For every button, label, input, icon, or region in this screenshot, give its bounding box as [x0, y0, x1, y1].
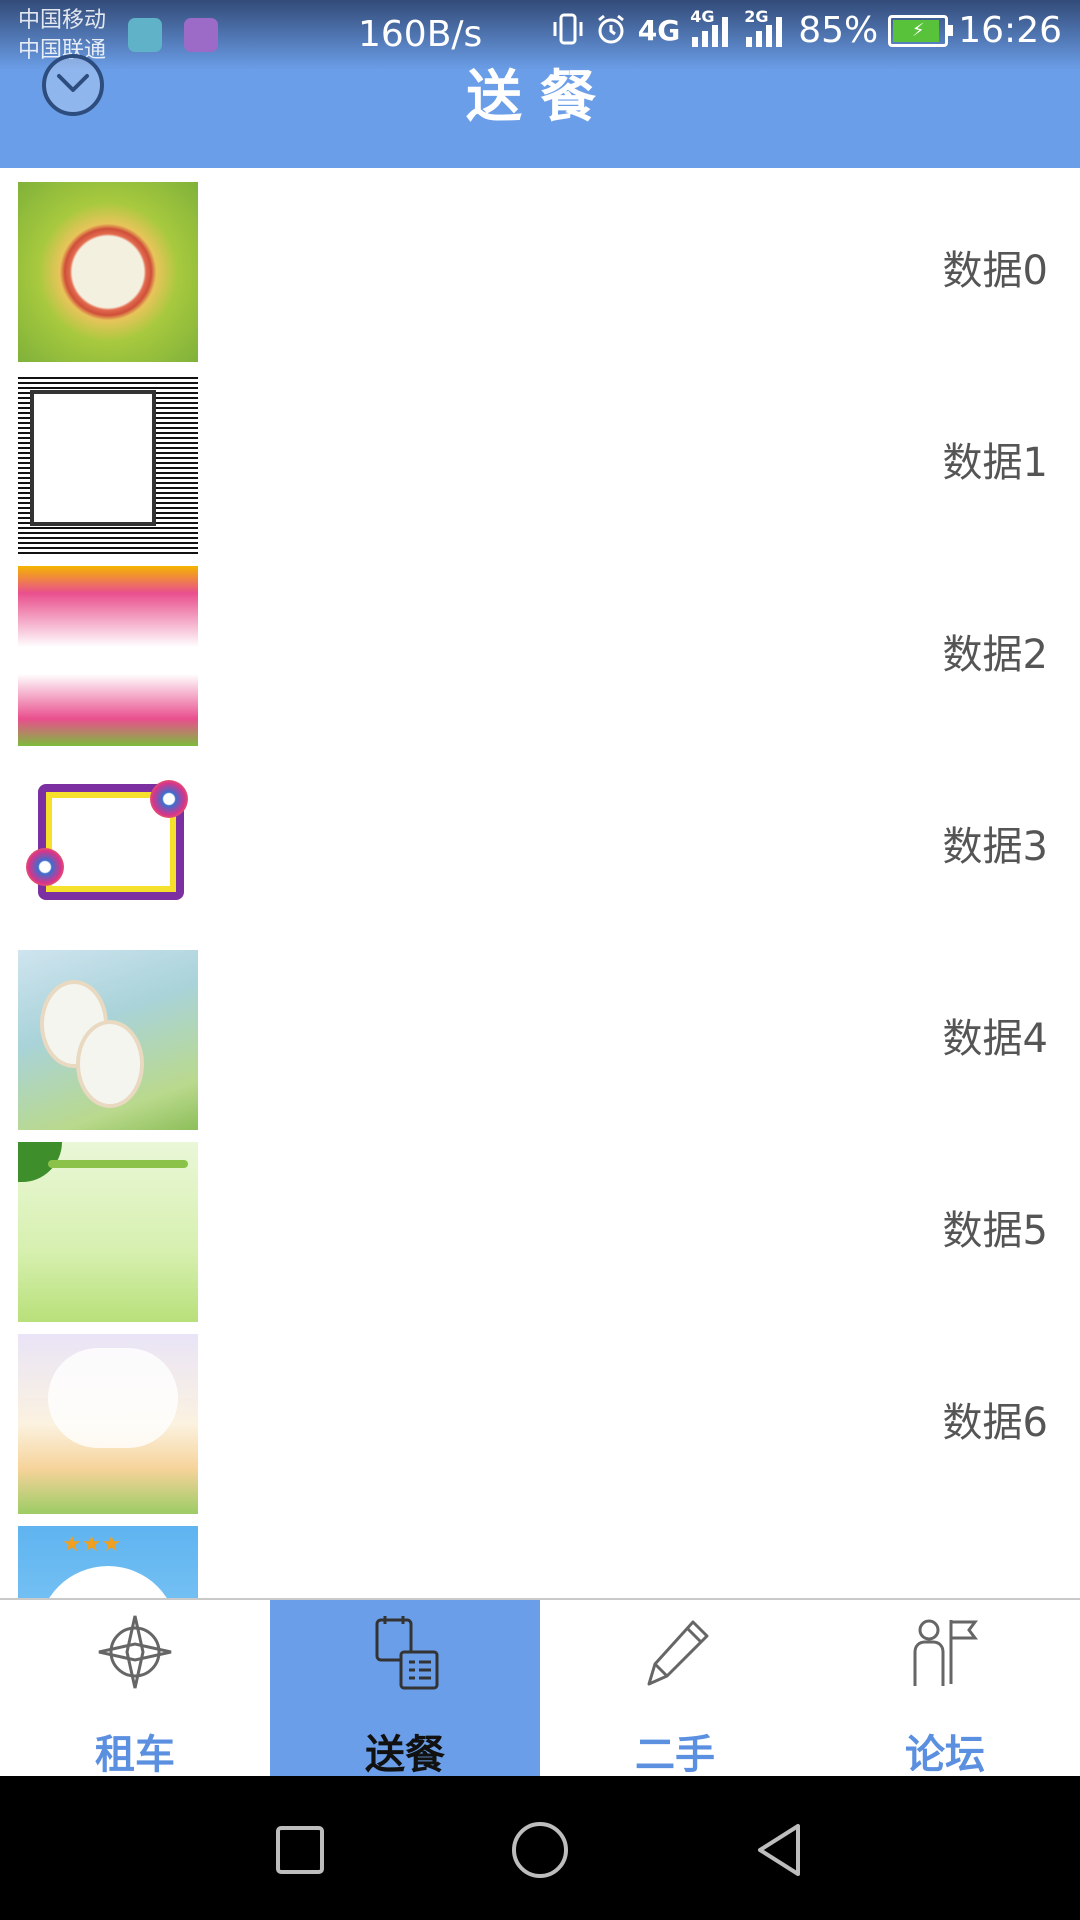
net-speed: 160B/s — [358, 14, 483, 55]
signal-strength-icon-1: 4G — [690, 7, 734, 49]
tab-label: 租车 — [95, 1732, 175, 1778]
list-item-label: 数据3 — [942, 824, 1048, 870]
alarm-icon — [594, 12, 628, 50]
list-item-label: 数据0 — [942, 248, 1048, 294]
green-frame-thumbnail — [18, 1142, 198, 1322]
tab-label: 论坛 — [905, 1732, 985, 1778]
battery-icon: ⚡ — [888, 14, 954, 47]
list-item[interactable]: ★★★ — [0, 1512, 1080, 1598]
tab-label: 二手 — [635, 1732, 715, 1778]
spring-frame-thumbnail — [18, 950, 198, 1130]
network-type-1: 4G — [637, 14, 681, 47]
tab-rent-car[interactable]: 租车 — [0, 1600, 270, 1778]
cloud-frame-thumbnail — [18, 1334, 198, 1514]
clock: 16:26 — [958, 10, 1062, 51]
tab-food-delivery[interactable]: 送餐 — [270, 1600, 540, 1778]
tab-second-hand[interactable]: 二手 — [540, 1600, 810, 1778]
list-item[interactable]: 数据1 — [0, 360, 1080, 554]
gallery-notification-icon — [184, 18, 218, 52]
list-item[interactable]: 数据4 — [0, 936, 1080, 1130]
signal-strength-icon-2: 2G — [744, 7, 788, 49]
app-header: 中国移动 中国联通 160B/s 4G 4G 2G 85% ⚡ 16:26 送餐 — [0, 0, 1080, 168]
list-item[interactable]: 数据6 — [0, 1320, 1080, 1514]
list-item-label: 数据1 — [942, 440, 1048, 486]
list-item-label: 数据4 — [942, 1016, 1048, 1062]
paint-splash-frame-thumbnail — [18, 566, 198, 746]
pencil-icon — [635, 1612, 715, 1692]
list-item[interactable]: 数据0 — [0, 168, 1080, 362]
people-flag-icon — [905, 1612, 985, 1692]
clipboard-list-icon — [365, 1612, 445, 1692]
compass-icon — [95, 1612, 175, 1692]
list-item-label: 数据6 — [942, 1400, 1048, 1446]
list-item[interactable]: 数据5 — [0, 1128, 1080, 1322]
recents-square-icon[interactable] — [270, 1820, 330, 1880]
tab-label: 送餐 — [365, 1732, 445, 1778]
system-nav-bar — [0, 1776, 1080, 1920]
sketch-frame-thumbnail — [18, 374, 198, 554]
floral-frame-thumbnail — [18, 182, 198, 362]
bottom-tab-bar: 租车 送餐 二手 论坛 — [0, 1598, 1080, 1778]
vibrate-icon — [552, 12, 584, 50]
list-item[interactable]: 数据3 — [0, 744, 1080, 938]
study-star-thumbnail: ★★★ — [18, 1526, 198, 1598]
tab-forum[interactable]: 论坛 — [810, 1600, 1080, 1778]
data-list[interactable]: 数据0 数据1 数据2 数据3 数据4 数据5 数据6 ★★★ — [0, 168, 1080, 1598]
android-notification-icon — [128, 18, 162, 52]
list-item-label: 数据5 — [942, 1208, 1048, 1254]
charging-icon: ⚡ — [911, 20, 925, 41]
carrier-1: 中国移动 — [18, 8, 107, 33]
home-circle-icon[interactable] — [510, 1820, 570, 1880]
page-title: 送餐 — [466, 65, 614, 130]
status-right: 4G 4G 2G 85% ⚡ 16:26 — [552, 7, 1062, 51]
list-item-label: 数据2 — [942, 632, 1048, 678]
list-item[interactable]: 数据2 — [0, 552, 1080, 746]
battery-percent: 85% — [798, 10, 879, 51]
back-triangle-icon[interactable] — [750, 1820, 810, 1880]
colorful-frame-thumbnail — [18, 758, 198, 938]
